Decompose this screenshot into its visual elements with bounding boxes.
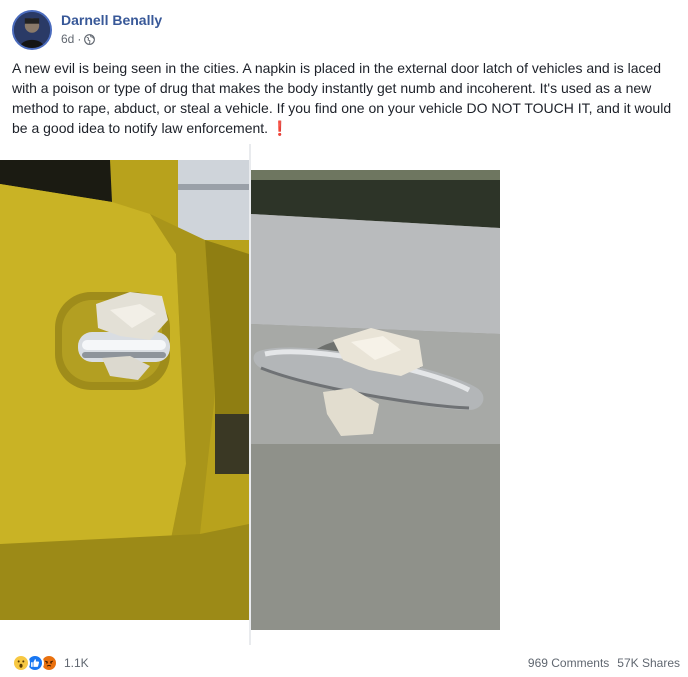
post-header: Darnell Benally 6d · bbox=[12, 10, 672, 50]
avatar[interactable] bbox=[12, 10, 52, 50]
photo-silver-car-door-napkin[interactable] bbox=[251, 144, 500, 645]
reactions-summary[interactable]: 1.1K bbox=[12, 654, 89, 672]
reaction-count: 1.1K bbox=[64, 656, 89, 670]
post-footer: 1.1K 969 Comments 57K Shares bbox=[12, 650, 680, 674]
photo-yellow-truck-door-napkin[interactable] bbox=[0, 144, 249, 645]
wow-reaction-icon bbox=[12, 654, 30, 672]
post-meta: 6d · bbox=[61, 32, 96, 46]
post-time[interactable]: 6d bbox=[61, 32, 74, 46]
comments-count-link[interactable]: 969 Comments bbox=[528, 656, 609, 670]
exclamation-emoji: ❗ bbox=[271, 120, 289, 136]
engagement-stats: 969 Comments 57K Shares bbox=[528, 656, 680, 670]
globe-icon[interactable] bbox=[84, 33, 96, 45]
post-body: A new evil is being seen in the cities. … bbox=[12, 60, 672, 136]
avatar-portrait-icon bbox=[14, 12, 50, 48]
meta-separator: · bbox=[77, 32, 82, 46]
shares-count-link[interactable]: 57K Shares bbox=[617, 656, 680, 670]
author-name[interactable]: Darnell Benally bbox=[61, 12, 162, 28]
photo-grid bbox=[0, 144, 500, 645]
post-text: A new evil is being seen in the cities. … bbox=[12, 58, 676, 138]
